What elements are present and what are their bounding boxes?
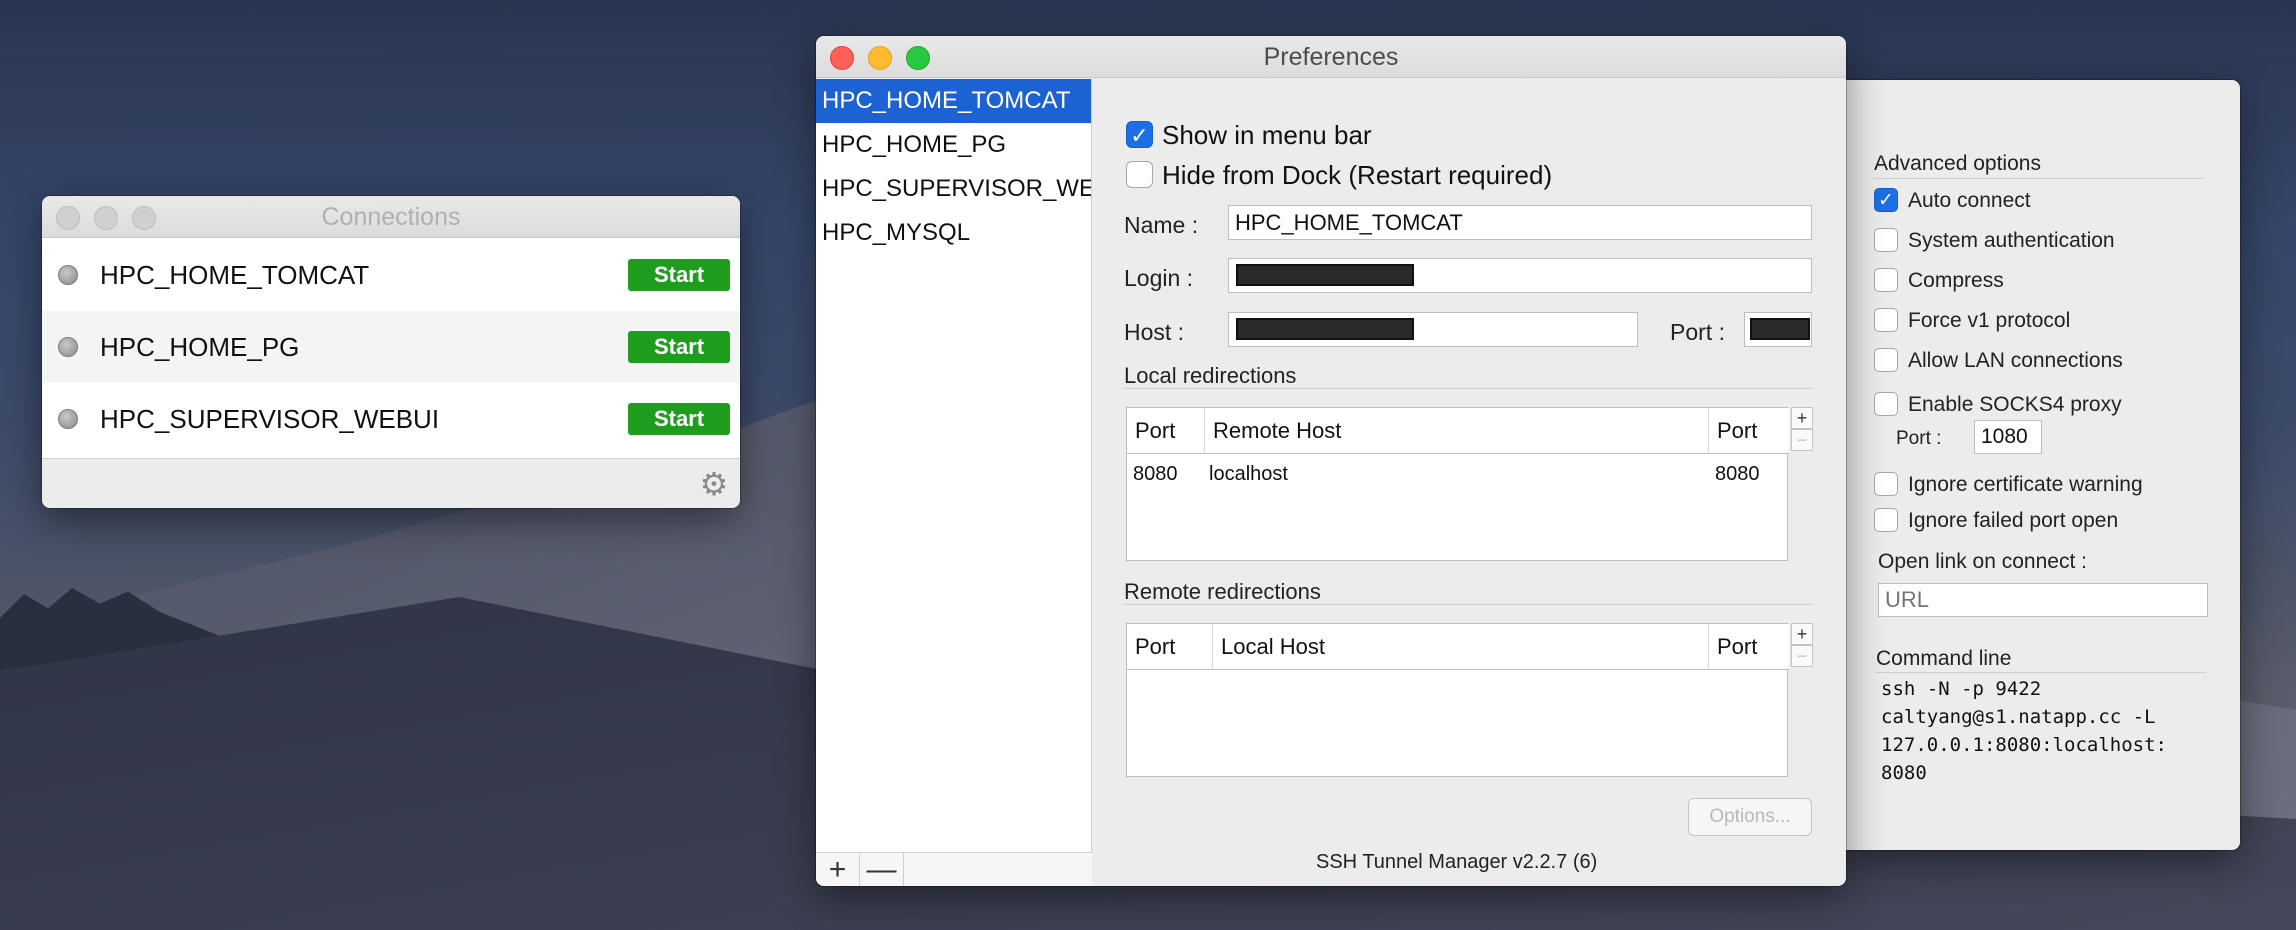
add-remote-redirection-button[interactable]: +	[1791, 623, 1813, 645]
host-label: Host :	[1124, 319, 1185, 345]
auto-connect-checkbox[interactable]: ✓	[1874, 188, 1898, 212]
command-line-label: Command line	[1876, 647, 2012, 670]
connection-row[interactable]: HPC_SUPERVISOR_WEBUI Start	[42, 383, 740, 455]
tunnel-item[interactable]: HPC_MYSQL	[816, 211, 1091, 255]
show-in-menu-bar-checkbox[interactable]: ✓	[1126, 121, 1153, 148]
status-indicator-icon	[58, 265, 78, 285]
auto-connect-label: Auto connect	[1908, 189, 2031, 212]
close-button[interactable]	[56, 206, 80, 230]
connection-name: HPC_HOME_PG	[100, 331, 300, 362]
version-label: SSH Tunnel Manager v2.2.7 (6)	[1316, 851, 1598, 873]
column-header[interactable]: Port	[1709, 624, 1789, 670]
status-indicator-icon	[58, 409, 78, 429]
hide-from-dock-label: Hide from Dock (Restart required)	[1162, 160, 1553, 190]
column-header[interactable]: Local Host	[1213, 624, 1709, 670]
redacted-value	[1236, 318, 1414, 340]
column-header[interactable]: Port	[1127, 408, 1205, 454]
ignore-failed-port-checkbox[interactable]	[1874, 508, 1898, 532]
remove-remote-redirection-button[interactable]: −	[1791, 645, 1813, 667]
preferences-window: Preferences HPC_HOME_TOMCAT HPC_HOME_PG …	[816, 36, 1846, 886]
socks4-proxy-label: Enable SOCKS4 proxy	[1908, 393, 2122, 416]
local-redirections-table[interactable]: Port Remote Host Port 8080 localhost 808…	[1126, 407, 1789, 561]
options-button[interactable]: Options...	[1688, 798, 1812, 836]
gear-icon[interactable]: ⚙	[698, 468, 730, 500]
connection-name: HPC_HOME_TOMCAT	[100, 259, 370, 290]
ignore-certificate-checkbox[interactable]	[1874, 472, 1898, 496]
name-label: Name :	[1124, 212, 1199, 238]
table-cell[interactable]: localhost	[1209, 463, 1288, 486]
connections-titlebar[interactable]: Connections	[42, 196, 740, 238]
local-redirections-label: Local redirections	[1124, 363, 1297, 388]
add-local-redirection-button[interactable]: +	[1791, 407, 1813, 429]
advanced-options-drawer: Advanced options ✓ Auto connect System a…	[1846, 80, 2240, 850]
connection-row[interactable]: HPC_HOME_TOMCAT Start	[42, 239, 740, 311]
force-v1-label: Force v1 protocol	[1908, 309, 2071, 332]
hide-from-dock-checkbox[interactable]	[1126, 161, 1153, 188]
status-indicator-icon	[58, 337, 78, 357]
remove-local-redirection-button[interactable]: −	[1791, 429, 1813, 451]
divider	[1124, 388, 1812, 389]
column-header[interactable]: Remote Host	[1205, 408, 1709, 454]
ignore-certificate-label: Ignore certificate warning	[1908, 473, 2143, 496]
ignore-failed-port-label: Ignore failed port open	[1908, 509, 2119, 532]
divider	[1124, 604, 1812, 605]
redacted-value	[1236, 264, 1414, 286]
connections-footer: ⚙	[42, 458, 740, 508]
table-cell[interactable]: 8080	[1133, 463, 1178, 486]
tunnel-item[interactable]: HPC_HOME_TOMCAT	[816, 79, 1091, 123]
preferences-titlebar[interactable]: Preferences	[816, 36, 1846, 78]
connections-window: Connections HPC_HOME_TOMCAT Start HPC_HO…	[42, 196, 740, 508]
remove-tunnel-button[interactable]: —	[860, 853, 904, 886]
remote-redirections-table[interactable]: Port Local Host Port	[1126, 623, 1789, 777]
window-title: Preferences	[1263, 43, 1399, 71]
minimize-button[interactable]	[94, 206, 118, 230]
minimize-button[interactable]	[868, 46, 892, 70]
name-field[interactable]: HPC_HOME_TOMCAT	[1228, 205, 1812, 240]
add-tunnel-button[interactable]: +	[816, 853, 860, 886]
command-line-text: ssh -N -p 9422 caltyang@s1.natapp.cc -L …	[1881, 678, 2167, 784]
tunnel-item[interactable]: HPC_HOME_PG	[816, 123, 1091, 167]
tunnel-list: HPC_HOME_TOMCAT HPC_HOME_PG HPC_SUPERVIS…	[816, 79, 1092, 886]
allow-lan-label: Allow LAN connections	[1908, 349, 2123, 372]
compress-checkbox[interactable]	[1874, 268, 1898, 292]
port-label: Port :	[1670, 319, 1725, 345]
force-v1-checkbox[interactable]	[1874, 308, 1898, 332]
connection-name: HPC_SUPERVISOR_WEBUI	[100, 403, 440, 434]
show-in-menu-bar-label: Show in menu bar	[1162, 120, 1372, 150]
redacted-value	[1750, 318, 1810, 340]
open-link-label: Open link on connect :	[1878, 550, 2087, 573]
column-header[interactable]: Port	[1127, 624, 1213, 670]
divider	[1874, 178, 2204, 179]
column-header[interactable]: Port	[1709, 408, 1789, 454]
divider	[1876, 672, 2206, 673]
compress-label: Compress	[1908, 269, 2004, 292]
socks-port-label: Port :	[1896, 428, 1942, 449]
connection-row[interactable]: HPC_HOME_PG Start	[42, 311, 740, 383]
zoom-button[interactable]	[906, 46, 930, 70]
table-cell[interactable]: 8080	[1715, 463, 1760, 486]
zoom-button[interactable]	[132, 206, 156, 230]
list-controls: + —	[816, 852, 1092, 886]
login-label: Login :	[1124, 265, 1194, 291]
remote-redirections-label: Remote redirections	[1124, 579, 1321, 604]
start-button[interactable]: Start	[628, 259, 730, 291]
start-button[interactable]: Start	[628, 331, 730, 363]
system-authentication-checkbox[interactable]	[1874, 228, 1898, 252]
socks-port-field[interactable]: 1080	[1974, 420, 2042, 454]
advanced-options-title: Advanced options	[1874, 152, 2041, 175]
allow-lan-checkbox[interactable]	[1874, 348, 1898, 372]
url-input[interactable]	[1878, 583, 2208, 617]
tunnel-item[interactable]: HPC_SUPERVISOR_WEE	[816, 167, 1091, 211]
close-button[interactable]	[830, 46, 854, 70]
system-authentication-label: System authentication	[1908, 229, 2115, 252]
socks4-proxy-checkbox[interactable]	[1874, 392, 1898, 416]
start-button[interactable]: Start	[628, 403, 730, 435]
